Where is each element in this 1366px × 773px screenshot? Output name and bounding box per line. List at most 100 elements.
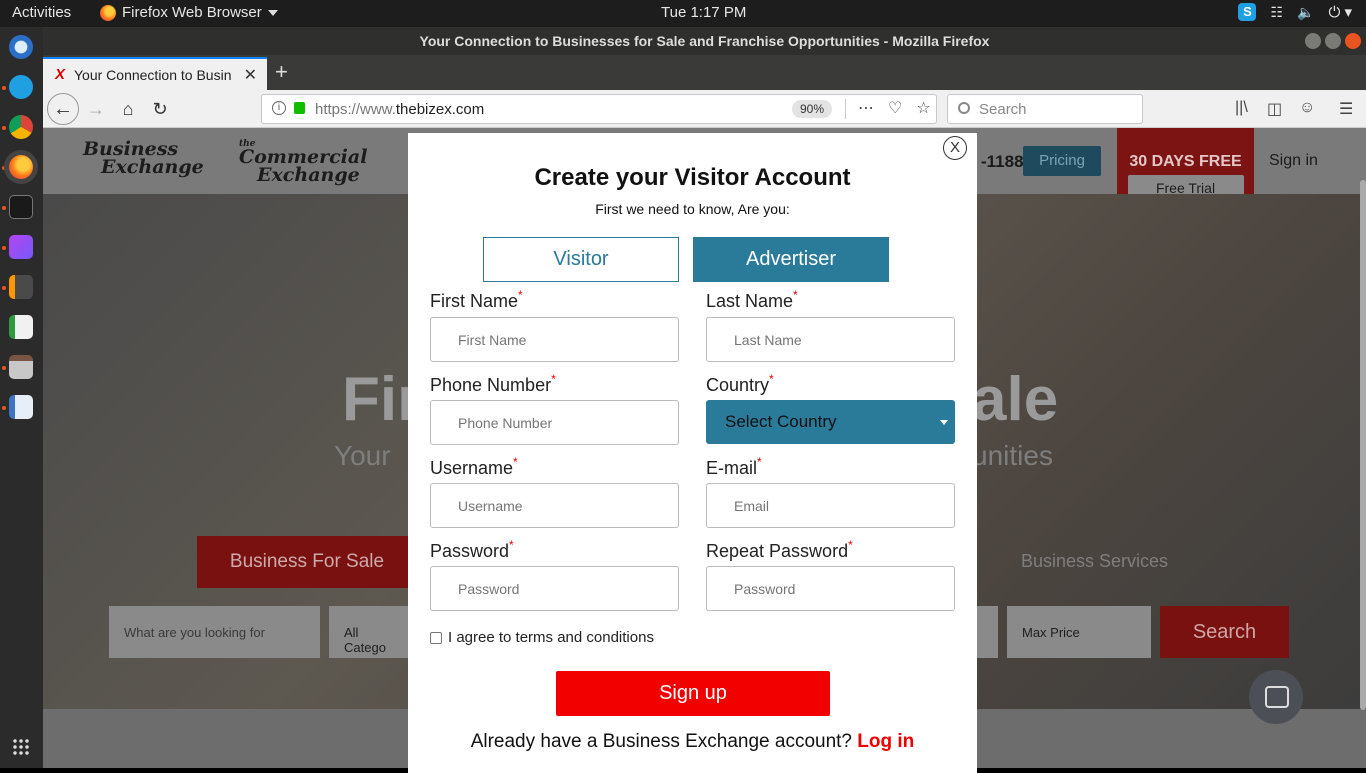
activities-button[interactable]: Activities: [12, 4, 71, 21]
username-field[interactable]: [430, 483, 679, 528]
terms-checkbox-row[interactable]: I agree to terms and conditions: [430, 629, 654, 646]
lock-icon: [294, 102, 305, 114]
files-icon[interactable]: [9, 355, 33, 379]
chrome-icon[interactable]: [9, 115, 33, 139]
tab-active[interactable]: X Your Connection to Busin ✕: [43, 57, 267, 90]
running-indicator: [2, 86, 6, 90]
terms-label: I agree to terms and conditions: [448, 629, 654, 646]
repeat-password-field[interactable]: [706, 566, 955, 611]
modal-subtitle: First we need to know, Are you:: [595, 201, 790, 217]
document-viewer-icon[interactable]: [9, 395, 33, 419]
app-menu[interactable]: Firefox Web Browser: [100, 4, 278, 21]
back-button[interactable]: ←: [47, 93, 79, 125]
home-button[interactable]: ⌂: [115, 96, 141, 122]
show-applications-icon[interactable]: [12, 738, 30, 756]
sidebar-icon[interactable]: ◫: [1267, 99, 1282, 119]
signup-modal: X Create your Visitor Account First we n…: [408, 133, 977, 773]
visitor-button[interactable]: Visitor: [483, 237, 679, 282]
site-favicon-icon: X: [55, 66, 66, 83]
search-input[interactable]: Search: [947, 94, 1143, 124]
forward-button[interactable]: →: [83, 96, 109, 122]
phone-number[interactable]: -1188: [981, 152, 1024, 172]
login-prompt-text: Already have a Business Exchange account…: [470, 731, 853, 752]
scrollbar[interactable]: [1360, 180, 1366, 710]
free-trial-heading: 30 DAYS FREE: [1129, 153, 1242, 170]
site-info-icon[interactable]: i: [272, 101, 286, 115]
last-name-label: Last Name*: [706, 288, 798, 311]
app-menu-label: Firefox Web Browser: [122, 4, 262, 21]
terms-checkbox[interactable]: [430, 631, 442, 644]
close-tab-icon[interactable]: ✕: [244, 65, 257, 85]
tab-strip: X Your Connection to Busin ✕ +: [43, 55, 1366, 90]
country-label: Country*: [706, 372, 774, 395]
window-title: Your Connection to Businesses for Sale a…: [419, 33, 990, 49]
sublime-text-icon[interactable]: [9, 275, 33, 299]
log-in-link[interactable]: Log in: [857, 731, 914, 752]
spreadsheet-icon[interactable]: [9, 315, 33, 339]
system-tray[interactable]: S ☷ 🔈 ⏻ ▾: [1238, 3, 1352, 21]
chevron-down-icon: [267, 9, 278, 16]
search-placeholder: Search: [979, 101, 1027, 118]
network-icon[interactable]: ☷: [1270, 4, 1283, 21]
terminal-icon[interactable]: [9, 195, 33, 219]
country-select[interactable]: Select Country: [706, 400, 955, 444]
firefox-dock-icon[interactable]: [9, 155, 33, 179]
hero-subheading-right: unities: [972, 440, 1053, 471]
email-label: E-mail*: [706, 455, 762, 478]
hero-search-input[interactable]: What are you looking for: [109, 606, 320, 658]
reload-button[interactable]: ↻: [147, 96, 173, 122]
skype-tray-icon[interactable]: S: [1238, 3, 1257, 21]
running-indicator: [2, 206, 6, 210]
page-actions-icon[interactable]: ⋯: [858, 98, 874, 118]
zoom-indicator[interactable]: 90%: [792, 100, 832, 118]
window-titlebar[interactable]: Your Connection to Businesses for Sale a…: [43, 27, 1366, 55]
divider: [845, 99, 846, 119]
first-name-field[interactable]: [430, 317, 679, 362]
business-exchange-logo[interactable]: Business Exchange: [83, 140, 204, 177]
navigation-toolbar: ← → ⌂ ↻ i https://www.thebizex.com 90% ⋯…: [43, 90, 1366, 128]
pocket-icon[interactable]: ♡: [888, 98, 902, 118]
running-indicator: [2, 126, 6, 130]
clock[interactable]: Tue 1:17 PM: [661, 4, 746, 21]
sign-in-link[interactable]: Sign in: [1269, 152, 1318, 170]
menu-icon[interactable]: ☰: [1339, 99, 1353, 119]
tab-business-for-sale[interactable]: Business For Sale: [197, 536, 417, 588]
category-select[interactable]: All Catego: [329, 606, 409, 658]
phone-label: Phone Number*: [430, 372, 556, 395]
url-text[interactable]: https://www.thebizex.com: [315, 101, 484, 118]
pricing-button[interactable]: Pricing: [1023, 146, 1101, 176]
max-price-select[interactable]: Max Price: [1007, 606, 1151, 658]
hero-search-button[interactable]: Search: [1160, 606, 1289, 658]
email-field[interactable]: [706, 483, 955, 528]
chat-icon[interactable]: [1249, 670, 1303, 724]
sign-up-button[interactable]: Sign up: [556, 671, 830, 716]
phone-field[interactable]: [430, 400, 679, 445]
username-label: Username*: [430, 455, 518, 478]
phpstorm-icon[interactable]: [9, 235, 33, 259]
library-icon[interactable]: ||\: [1235, 99, 1248, 117]
hero-heading-right: ale: [972, 365, 1059, 434]
new-tab-button[interactable]: +: [275, 59, 288, 85]
volume-icon[interactable]: 🔈: [1297, 4, 1314, 21]
skype-icon[interactable]: [9, 75, 33, 99]
close-modal-button[interactable]: X: [943, 136, 967, 160]
minimize-icon[interactable]: [1305, 33, 1321, 49]
commercial-exchange-logo[interactable]: the Commercial Exchange: [239, 140, 367, 185]
password-label: Password*: [430, 538, 514, 561]
maximize-icon[interactable]: [1325, 33, 1341, 49]
thunderbird-icon[interactable]: [9, 35, 33, 59]
firefox-icon: [100, 4, 116, 21]
url-bar[interactable]: i https://www.thebizex.com 90% ⋯ ♡ ☆: [261, 94, 937, 124]
advertiser-button[interactable]: Advertiser: [693, 237, 889, 282]
modal-title: Create your Visitor Account: [534, 164, 851, 191]
account-icon[interactable]: ☺: [1299, 99, 1315, 117]
power-icon[interactable]: ⏻ ▾: [1328, 3, 1352, 21]
search-icon: [958, 102, 970, 114]
running-indicator: [2, 406, 6, 410]
bookmark-star-icon[interactable]: ☆: [916, 98, 930, 118]
running-indicator: [2, 246, 6, 250]
close-window-icon[interactable]: [1345, 33, 1361, 49]
password-field[interactable]: [430, 566, 679, 611]
tab-business-services[interactable]: Business Services: [1021, 551, 1168, 572]
last-name-field[interactable]: [706, 317, 955, 362]
